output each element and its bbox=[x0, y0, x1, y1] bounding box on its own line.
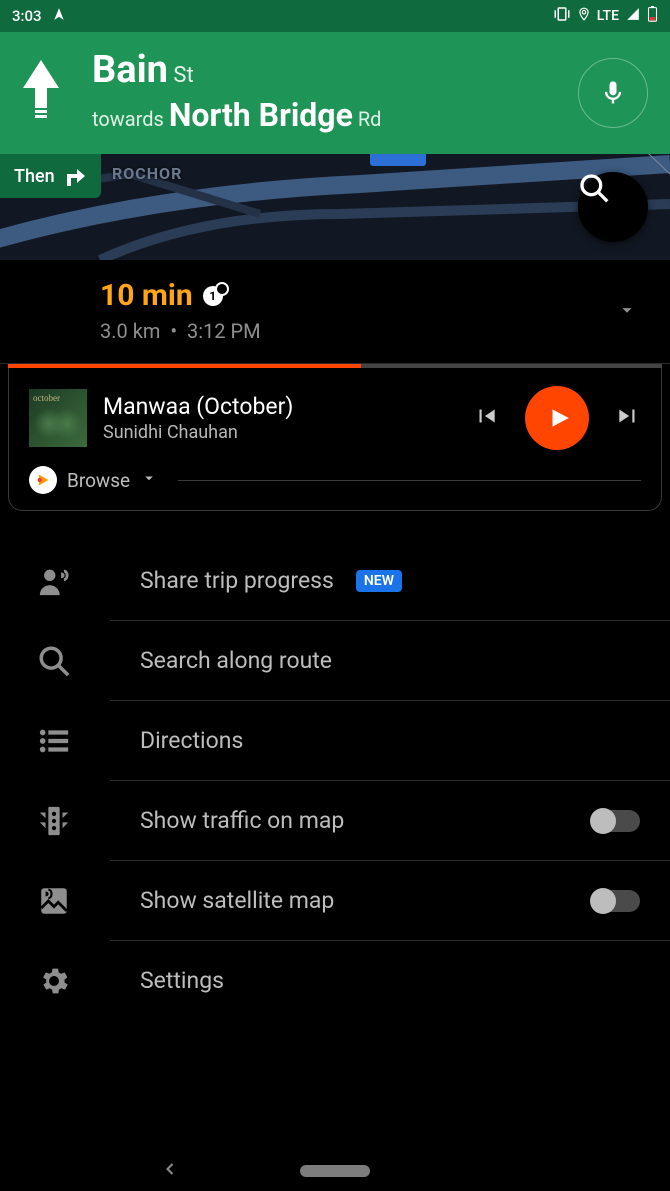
turn-right-icon bbox=[63, 164, 87, 188]
battery-icon bbox=[647, 6, 658, 26]
play-music-icon bbox=[29, 466, 57, 494]
search-along-route-button[interactable]: Search along route bbox=[110, 621, 670, 701]
traffic-switch[interactable] bbox=[592, 810, 640, 832]
system-nav-bar bbox=[0, 1151, 670, 1191]
previous-track-button[interactable] bbox=[473, 403, 499, 433]
mic-icon bbox=[599, 79, 627, 107]
trip-summary[interactable]: 10 min 1 3.0 km • 3:12 PM bbox=[0, 260, 670, 364]
directions-button[interactable]: Directions bbox=[110, 701, 670, 781]
share-trip-button[interactable]: Share trip progress NEW bbox=[110, 541, 670, 621]
location-icon bbox=[577, 6, 591, 26]
system-home-pill[interactable] bbox=[300, 1165, 370, 1177]
share-person-icon bbox=[34, 564, 74, 598]
towards-text: towards North Bridge Rd bbox=[92, 96, 381, 134]
show-satellite-toggle[interactable]: Show satellite map bbox=[110, 861, 670, 941]
satellite-icon bbox=[34, 884, 74, 918]
show-traffic-toggle[interactable]: Show traffic on map bbox=[110, 781, 670, 861]
status-bar: 3:03 LTE bbox=[0, 0, 670, 32]
system-back-button[interactable] bbox=[160, 1159, 180, 1183]
signal-icon bbox=[625, 7, 641, 25]
eta-time: 10 min 1 bbox=[100, 278, 640, 313]
play-button[interactable] bbox=[525, 386, 589, 450]
new-badge: NEW bbox=[356, 570, 402, 592]
media-card: october Manwaa (October) Sunidhi Chauhan… bbox=[8, 368, 662, 511]
traffic-icon bbox=[34, 804, 74, 838]
gear-icon bbox=[34, 964, 74, 998]
chevron-down-icon bbox=[140, 469, 158, 491]
navigation-header: Bain St towards North Bridge Rd bbox=[0, 32, 670, 154]
list-icon bbox=[34, 724, 74, 758]
route-menu: Share trip progress NEW Search along rou… bbox=[0, 541, 670, 1020]
clock: 3:03 bbox=[12, 7, 42, 25]
satellite-switch[interactable] bbox=[592, 890, 640, 912]
map-search-button[interactable] bbox=[578, 172, 648, 242]
play-icon bbox=[546, 405, 572, 431]
next-step-chip[interactable]: Then bbox=[0, 154, 101, 198]
then-label: Then bbox=[14, 166, 55, 187]
street-name: Bain St bbox=[92, 48, 381, 92]
area-label: ROCHOR bbox=[112, 164, 182, 183]
track-title: Manwaa (October) bbox=[103, 393, 457, 420]
voice-search-button[interactable] bbox=[578, 58, 648, 128]
track-artist: Sunidhi Chauhan bbox=[103, 422, 457, 443]
trip-details: 3.0 km • 3:12 PM bbox=[100, 319, 640, 343]
vibrate-icon bbox=[553, 6, 571, 26]
search-icon bbox=[578, 172, 610, 204]
search-icon bbox=[34, 644, 74, 678]
settings-button[interactable]: Settings bbox=[110, 941, 670, 1020]
direction-straight-icon bbox=[18, 60, 64, 122]
next-track-button[interactable] bbox=[615, 403, 641, 433]
album-art[interactable]: october bbox=[29, 389, 87, 447]
collapse-icon[interactable] bbox=[616, 299, 638, 325]
nav-indicator-icon bbox=[52, 7, 66, 25]
info-badge-icon: 1 bbox=[203, 286, 223, 306]
network-label: LTE bbox=[597, 8, 619, 24]
browse-button[interactable]: Browse bbox=[29, 466, 641, 494]
